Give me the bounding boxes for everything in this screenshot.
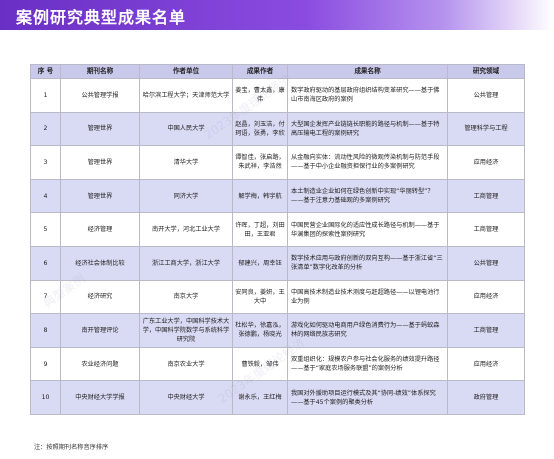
cell-authors: 曹铁毅，邹伟 — [232, 346, 288, 382]
table-row: 3 管理世界 清华大学 谭智佳，张启路，朱武祥，李浩然 从金融向实体：流动性风险的微观传… — [30, 145, 525, 180]
cell-journal: 管理世界 — [60, 111, 140, 147]
cell-authors: 姜宝，曹太鑫，康伟 — [232, 78, 288, 113]
cell-unit: 中央财经大学 — [139, 380, 233, 415]
cell-journal: 公共管理学报 — [60, 78, 140, 113]
cell-field: 工商管理 — [447, 313, 525, 348]
cell-authors: 赵晶，刘玉洁，付珂语，张勇，李欣 — [232, 111, 288, 147]
table-row: 5 经济管理 南开大学，河北工业大学 许晖，丁超，刘田田，王亚君 中国民营企业国际化的适… — [30, 212, 525, 247]
cell-authors: 解学梅，韩宇航 — [232, 178, 288, 214]
cell-unit: 南京农业大学 — [139, 346, 233, 382]
cell-authors: 谢永乐，王红梅 — [232, 380, 288, 415]
cell-field: 公共管理 — [447, 78, 525, 113]
cell-field: 公共管理 — [447, 245, 525, 281]
cell-paper: 数字政府驱动的基层政府组织结构变革研究——基于佛山市南海区政府的案例 — [287, 78, 448, 113]
cell-journal: 经济社会体制比较 — [60, 245, 140, 281]
table-row: 1 公共管理学报 哈尔滨工程大学；天津师范大学 姜宝，曹太鑫，康伟 数字政府驱动的基层政… — [30, 78, 525, 113]
cell-authors: 许晖，丁超，刘田田，王亚君 — [232, 212, 288, 247]
cell-paper: 双重组织化：规模农户参与社会化服务的绩效提升路径——基于“家庭农场服务联盟”的案… — [287, 346, 448, 382]
cell-field: 应用经济 — [447, 145, 525, 180]
table-row: 6 经济社会体制比较 浙江工商大学，浙江大学 郁建兴，周幸钰 数字技术应用与政府创新的双… — [30, 245, 525, 281]
cell-unit: 清华大学 — [139, 145, 233, 180]
table-header-row: 序 号 期刊名称 作者单位 成果作者 成果名称 研究领域 — [30, 64, 525, 79]
header-no: 序 号 — [30, 64, 61, 79]
header-field: 研究领域 — [447, 64, 525, 79]
cell-no: 2 — [30, 111, 61, 147]
cell-authors: 杜松华，徐嘉泓，张德鹏，杨晓光 — [232, 313, 288, 348]
header-journal: 期刊名称 — [60, 64, 140, 79]
footnote: 注：按照期刊名称音序排序 — [34, 444, 109, 451]
cell-no: 9 — [30, 346, 61, 382]
cell-paper: 从金融向实体：流动性风险的微观传染机制与防范手段——基于中小企业融资担保行业的多… — [287, 145, 448, 180]
results-table-wrap: 序 号 期刊名称 作者单位 成果作者 成果名称 研究领域 1 公共管理学报 哈尔滨工… — [30, 64, 525, 415]
cell-unit: 南开大学，河北工业大学 — [139, 212, 233, 247]
cell-field: 应用经济 — [447, 279, 525, 315]
cell-unit: 广东工业大学，中国科学技术大学，中国科学院数学与系统科学研究院 — [139, 313, 233, 348]
cell-journal: 经济管理 — [60, 212, 140, 247]
cell-journal: 南开管理评论 — [60, 313, 140, 348]
cell-no: 4 — [30, 178, 61, 214]
cell-journal: 农业经济问题 — [60, 346, 140, 382]
cell-field: 工商管理 — [447, 212, 525, 247]
cell-unit: 同济大学 — [139, 178, 233, 214]
cell-no: 6 — [30, 245, 61, 281]
cell-unit: 南京大学 — [139, 279, 233, 315]
table-row: 10 中央财经大学学报 中央财经大学 谢永乐，王红梅 我国对外援助项目运行模式及其“协同… — [30, 380, 525, 415]
cell-journal: 经济研究 — [60, 279, 140, 315]
header-paper: 成果名称 — [287, 64, 448, 79]
cell-field: 政府管理 — [447, 380, 525, 415]
cell-unit: 浙江工商大学，浙江大学 — [139, 245, 233, 281]
cell-paper: 中国民营企业国际化的适应性成长路径与机制——基于华澜集团的探索性案例研究 — [287, 212, 448, 247]
cell-unit: 哈尔滨工程大学；天津师范大学 — [139, 78, 233, 113]
cell-paper: 大型国企发挥产业链链长职能的路径与机制——基于特高压输电工程的案例研究 — [287, 111, 448, 147]
table-row: 9 农业经济问题 南京农业大学 曹铁毅，邹伟 双重组织化：规模农户参与社会化服务的绩效提… — [30, 346, 525, 382]
cell-journal: 中央财经大学学报 — [60, 380, 140, 415]
cell-no: 10 — [30, 380, 61, 415]
header-unit: 作者单位 — [139, 64, 233, 79]
results-table: 序 号 期刊名称 作者单位 成果作者 成果名称 研究领域 1 公共管理学报 哈尔滨工… — [30, 64, 525, 415]
cell-no: 8 — [30, 313, 61, 348]
cell-paper: 我国对外援助项目运行模式及其“协同-绩效”体系探究——基于45个案例的聚类分析 — [287, 380, 448, 415]
cell-no: 5 — [30, 212, 61, 247]
cell-paper: 本土制造业企业如何在绿色创新中实现“华丽转型”？——基于注意力基础观的多案例研究 — [287, 178, 448, 214]
cell-no: 3 — [30, 145, 61, 180]
cell-field: 工商管理 — [447, 178, 525, 214]
cell-unit: 中国人民大学 — [139, 111, 233, 147]
cell-authors: 郁建兴，周幸钰 — [232, 245, 288, 281]
page-title: 案例研究典型成果名单 — [16, 8, 187, 27]
cell-field: 应用经济 — [447, 346, 525, 382]
cell-authors: 安同良，姜妍，王大中 — [232, 279, 288, 315]
table-row: 4 管理世界 同济大学 解学梅，韩宇航 本土制造业企业如何在绿色创新中实现“华丽转型”？… — [30, 178, 525, 214]
cell-paper: 数字技术应用与政府创新的双向互构——基于浙江省“三张清单”数字化改革的分析 — [287, 245, 448, 281]
cell-journal: 管理世界 — [60, 178, 140, 214]
table-row: 8 南开管理评论 广东工业大学，中国科学技术大学，中国科学院数学与系统科学研究院 杜松… — [30, 313, 525, 348]
cell-authors: 谭智佳，张启路，朱武祥，李浩然 — [232, 145, 288, 180]
cell-journal: 管理世界 — [60, 145, 140, 180]
table-row: 2 管理世界 中国人民大学 赵晶，刘玉洁，付珂语，张勇，李欣 大型国企发挥产业链链长职能… — [30, 111, 525, 147]
table-row: 7 经济研究 南京大学 安同良，姜妍，王大中 中国高技术制造业技术测度与赶超路径——以锂… — [30, 279, 525, 315]
cell-no: 7 — [30, 279, 61, 315]
cell-paper: 中国高技术制造业技术测度与赶超路径——以锂电池行业为例 — [287, 279, 448, 315]
cell-field: 管理科学与工程 — [447, 111, 525, 147]
header-authors: 成果作者 — [232, 64, 288, 79]
cell-no: 1 — [30, 78, 61, 113]
cell-paper: 游戏化如何驱动电商用户绿色消费行为——基于蚂蚁森林的网络民族志研究 — [287, 313, 448, 348]
